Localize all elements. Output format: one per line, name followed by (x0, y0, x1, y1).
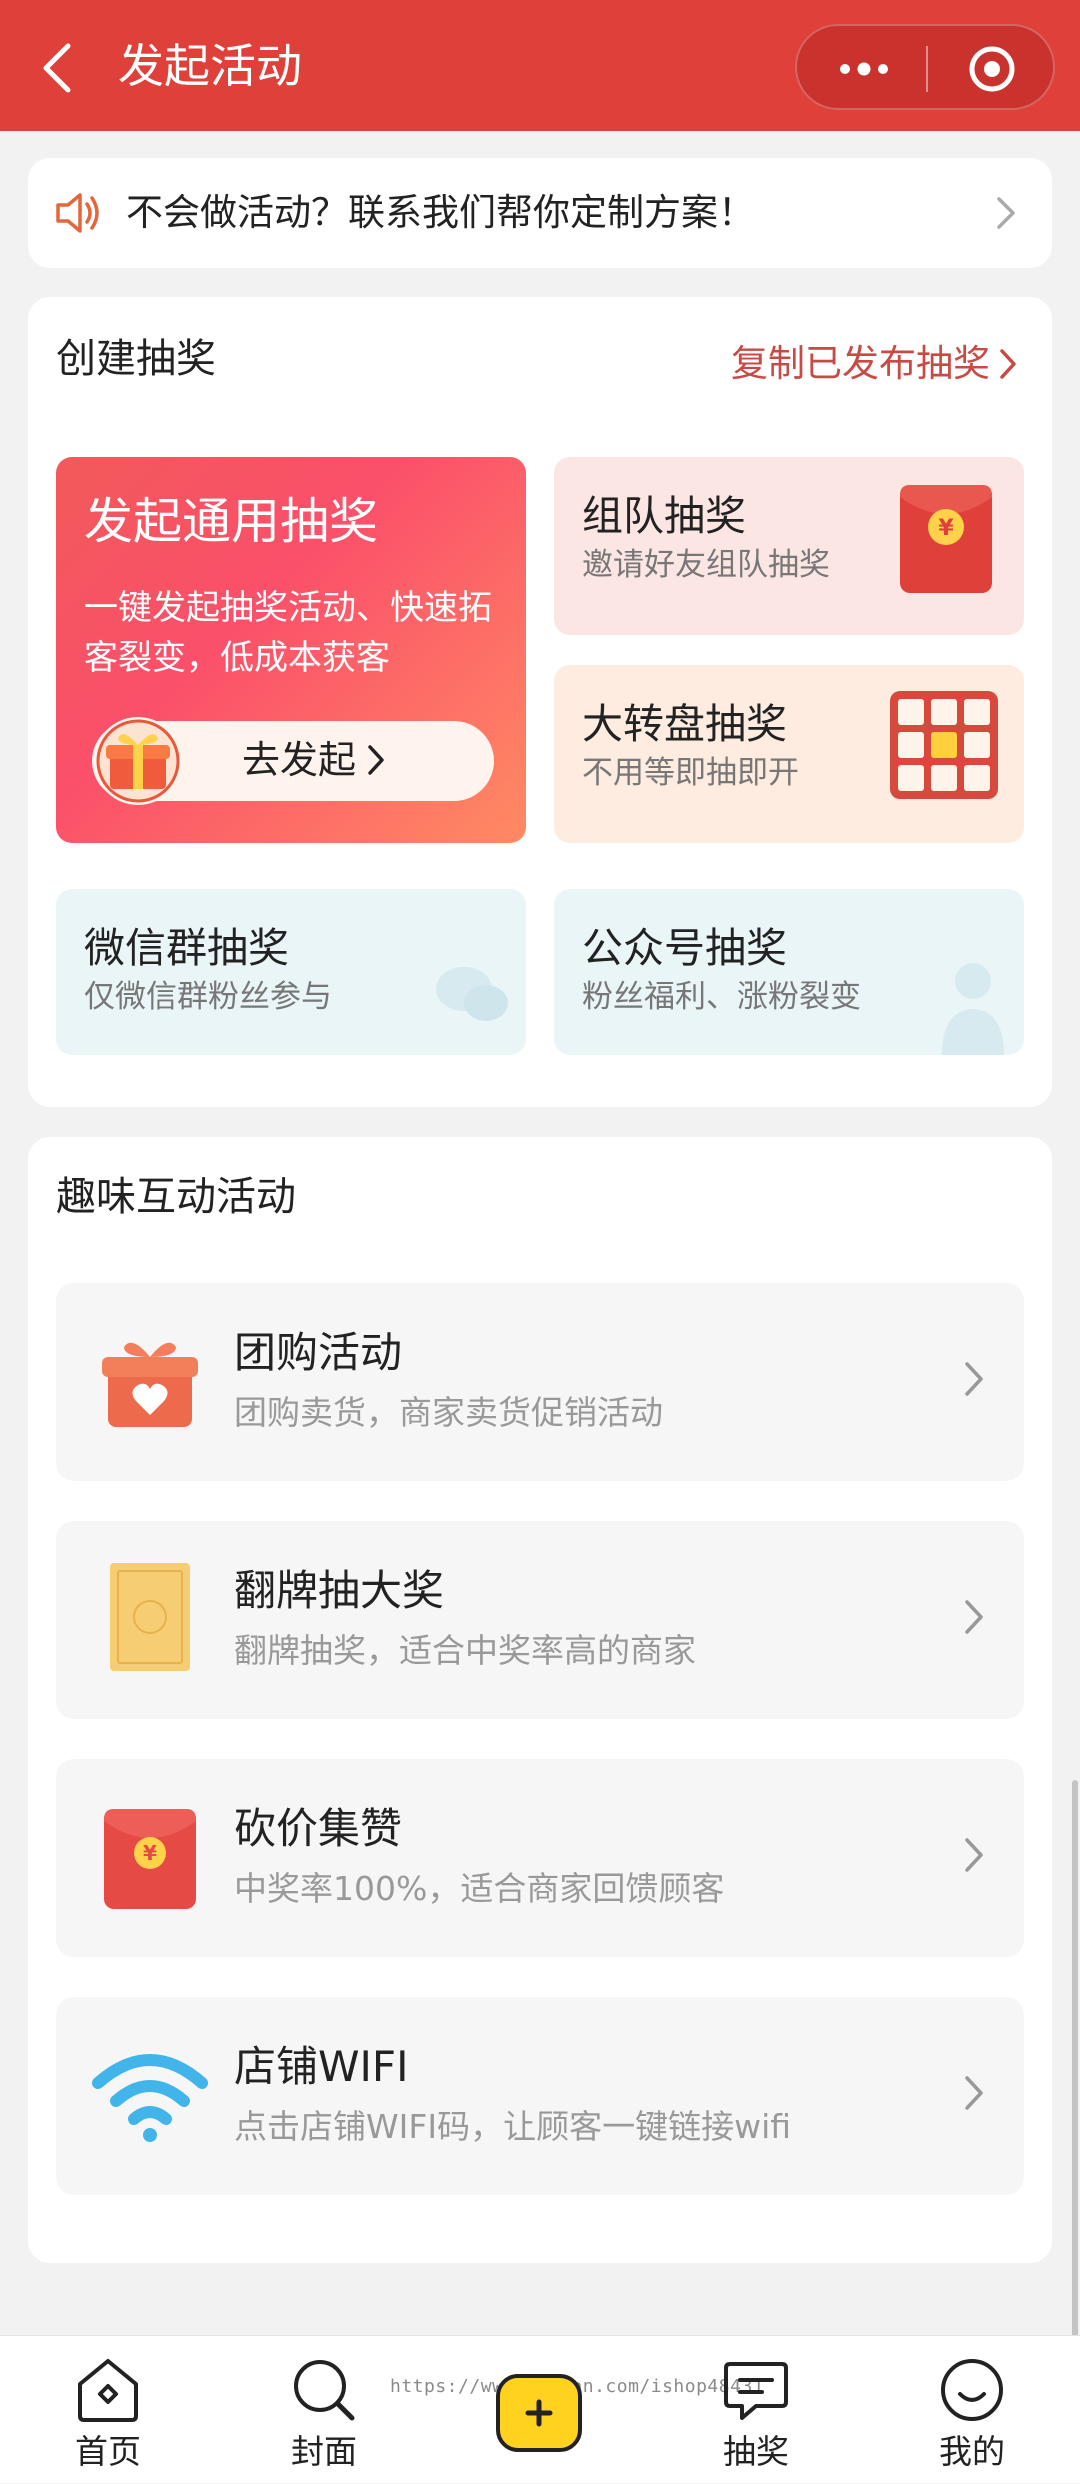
svg-text:¥: ¥ (143, 1841, 157, 1865)
gift-icon (94, 717, 182, 805)
search-icon (294, 2360, 355, 2421)
mini-program-capsule (795, 24, 1055, 110)
activity-item-flip-card[interactable]: 翻牌抽大奖 翻牌抽奖，适合中奖率高的商家 (56, 1521, 1024, 1719)
chevron-right-icon (965, 1600, 983, 1634)
chevron-right-icon (368, 745, 384, 775)
tab-label: 首页 (75, 2432, 141, 2471)
more-dots-icon (840, 62, 888, 76)
chevron-right-icon (1000, 349, 1016, 379)
copy-link-label: 复制已发布抽奖 (731, 342, 990, 385)
activity-item-bargain[interactable]: ¥ 砍价集赞 中奖率100%，适合商家回馈顾客 (56, 1759, 1024, 1957)
create-plus-button[interactable] (496, 2374, 582, 2452)
chevron-right-icon (965, 2076, 983, 2110)
activity-item-group-buy[interactable]: 团购活动 团购卖货，商家卖货促销活动 (56, 1283, 1024, 1481)
red-envelope-icon: ¥ (104, 1809, 196, 1909)
activity-subtitle: 翻牌抽奖，适合中奖率高的商家 (234, 1631, 696, 1670)
create-lottery-section: 创建抽奖 复制已发布抽奖 发起通用抽奖 一键发起抽奖活动、快速拓客裂变，低成本获… (28, 297, 1052, 1107)
contact-notice-bar[interactable]: 不会做活动？联系我们帮你定制方案！ (28, 158, 1052, 268)
back-button[interactable] (34, 38, 84, 98)
target-icon (969, 46, 1015, 92)
page-title: 发起活动 (118, 39, 302, 93)
tab-home[interactable]: 首页 (38, 2336, 178, 2484)
scrollbar[interactable] (1072, 1780, 1078, 2340)
capsule-divider (926, 46, 928, 92)
chevron-right-icon (997, 197, 1015, 229)
tile-subtitle: 粉丝福利、涨粉裂变 (582, 979, 861, 1015)
smile-icon (941, 2359, 1003, 2421)
tab-cover[interactable]: 封面 (254, 2336, 394, 2484)
start-lottery-button[interactable]: 去发起 (92, 717, 494, 805)
general-lottery-desc: 一键发起抽奖活动、快速拓客裂变，低成本获客 (84, 588, 492, 678)
chevron-left-icon (43, 43, 71, 93)
start-lottery-text: 去发起 (242, 738, 357, 782)
home-icon (78, 2359, 138, 2422)
tile-title: 微信群抽奖 (84, 924, 289, 972)
tile-title: 公众号抽奖 (582, 924, 787, 972)
tab-label: 抽奖 (723, 2432, 789, 2471)
section-title: 趣味互动活动 (56, 1174, 296, 1220)
activity-subtitle: 团购卖货，商家卖货促销活动 (234, 1393, 663, 1432)
person-icon (942, 963, 1004, 1055)
fun-activities-section: 趣味互动活动 团购活动 团购卖货，商家卖货促销活动 翻牌抽大奖 翻牌抽奖，适合中… (28, 1137, 1052, 2263)
activity-title: 店铺WIFI (234, 2042, 409, 2091)
plus-icon (525, 2399, 553, 2427)
svg-text:¥: ¥ (938, 516, 954, 541)
more-button[interactable] (835, 44, 893, 94)
close-miniprogram-button[interactable] (967, 44, 1017, 94)
bottom-tab-bar: 首页 封面 https://www.huzhan.com/ishop48431 … (0, 2335, 1080, 2483)
wechat-icon (436, 967, 508, 1021)
activity-title: 砍价集赞 (234, 1804, 403, 1853)
tab-label: 封面 (291, 2432, 357, 2471)
activity-subtitle: 点击店铺WIFI码，让顾客一键链接wifi (234, 2107, 792, 2146)
activity-title: 团购活动 (234, 1328, 403, 1377)
wifi-icon (92, 2054, 208, 2142)
tile-title: 大转盘抽奖 (582, 700, 787, 748)
team-lottery-tile[interactable]: 组队抽奖 邀请好友组队抽奖 ¥ (554, 457, 1024, 635)
activity-item-store-wifi[interactable]: 店铺WIFI 点击店铺WIFI码，让顾客一键链接wifi (56, 1997, 1024, 2195)
copy-published-lottery-link[interactable]: 复制已发布抽奖 (731, 335, 1018, 393)
chevron-right-icon (965, 1838, 983, 1872)
section-title: 创建抽奖 (56, 336, 216, 382)
notice-text: 不会做活动？联系我们帮你定制方案！ (126, 191, 755, 234)
activity-subtitle: 中奖率100%，适合商家回馈顾客 (234, 1869, 725, 1908)
tile-subtitle: 邀请好友组队抽奖 (582, 547, 830, 583)
chevron-right-icon (965, 1362, 983, 1396)
tab-label: 我的 (939, 2432, 1005, 2471)
tile-subtitle: 不用等即抽即开 (582, 755, 799, 791)
card-icon (110, 1563, 190, 1671)
gift-box-icon (102, 1342, 198, 1427)
tab-mine[interactable]: 我的 (902, 2336, 1042, 2484)
prize-grid-icon (890, 691, 998, 799)
official-account-lottery-tile[interactable]: 公众号抽奖 粉丝福利、涨粉裂变 (554, 889, 1024, 1055)
red-envelope-icon: ¥ (900, 485, 992, 593)
tile-title: 组队抽奖 (582, 492, 746, 540)
tab-lottery[interactable]: 抽奖 (686, 2336, 826, 2484)
tile-subtitle: 仅微信群粉丝参与 (84, 979, 332, 1015)
start-lottery-label: 去发起 (242, 731, 386, 789)
activity-title: 翻牌抽大奖 (234, 1566, 445, 1615)
speaker-icon (56, 193, 99, 233)
wechat-group-lottery-tile[interactable]: 微信群抽奖 仅微信群粉丝参与 (56, 889, 526, 1055)
general-lottery-title: 发起通用抽奖 (84, 493, 379, 550)
wheel-lottery-tile[interactable]: 大转盘抽奖 不用等即抽即开 (554, 665, 1024, 843)
chat-icon (724, 2362, 788, 2420)
general-lottery-tile[interactable]: 发起通用抽奖 一键发起抽奖活动、快速拓客裂变，低成本获客 去发起 (56, 457, 526, 843)
top-nav-bar: 发起活动 (0, 0, 1080, 131)
